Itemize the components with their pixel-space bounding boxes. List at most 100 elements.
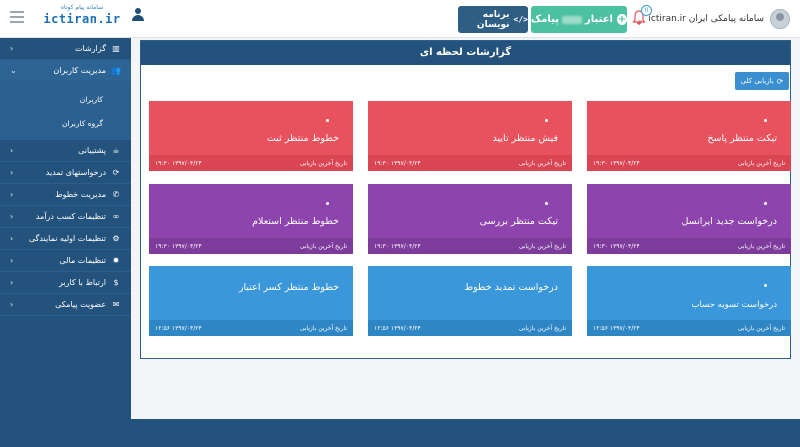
report-card-title: درخواست تسویه حساب [691,300,777,310]
chart-icon: ▥ [112,44,120,53]
refresh-icon: ⟳ [112,168,120,177]
report-card-title: خطوط منتظر ثبت [266,133,339,144]
sidebar-item-label: پشتیبانی [78,146,106,155]
report-card-title: درخواست جدید ایرانسل [681,216,777,227]
report-card-footer: تاریخ آخرین بازیابی ۱۳۹۷/۰۴/۲۴ ۱۹:۳۰ [587,238,791,254]
chevron-left-icon: ‹ [10,146,14,155]
report-card[interactable]: فیش منتظر تایید تاریخ آخرین بازیابی ۱۳۹۷… [368,101,572,171]
report-card-time: ۱۳۹۷/۰۴/۲۴ ۱۲:۵۶ [155,324,202,332]
gear-icon: ✹ [112,256,120,265]
envelope-icon: ✉ [112,300,120,309]
report-card-footer: تاریخ آخرین بازیابی ۱۳۹۷/۰۴/۲۴ ۱۲:۵۶ [368,320,572,336]
sidebar-item-label: ارتباط با کاربر [58,278,106,287]
plus-icon: + [616,14,627,25]
dollar-icon: $ [113,278,119,287]
report-card-title: تیکت منتظر پاسخ [707,133,777,144]
report-card-footer-label: تاریخ آخرین بازیابی [299,159,347,167]
chevron-left-icon: ‹ [10,190,14,199]
sidebar-item-agency-settings[interactable]: ⚙ تنظیمات اولیه نمایندگی ‹ [0,228,131,250]
bullet-icon [764,284,767,287]
bullet-icon [764,119,767,122]
avatar [770,9,790,29]
sidebar-item-user-management[interactable]: 👥 مدیریت کاربران ⌄ [0,60,131,82]
sidebar-item-financial-settings[interactable]: ✹ تنظیمات مالی ‹ [0,250,131,272]
report-card-time: ۱۳۹۷/۰۴/۲۴ ۱۹:۳۰ [155,242,202,250]
chevron-down-icon: ⌄ [10,66,17,75]
report-card-time: ۱۳۹۷/۰۴/۲۴ ۱۲:۵۶ [374,324,421,332]
credit-amount-blurred [562,15,583,24]
instant-reports-panel: گزارشات لحظه ای ⟳ بازیابی کلی تیکت منتظر… [140,40,791,359]
report-card-footer: تاریخ آخرین بازیابی ۱۳۹۷/۰۴/۲۴ ۱۹:۳۰ [149,155,353,171]
sidebar-item-label: گزارشات [75,44,106,53]
report-card[interactable]: درخواست جدید ایرانسل تاریخ آخرین بازیابی… [587,184,791,254]
report-card-footer: تاریخ آخرین بازیابی ۱۳۹۷/۰۴/۲۴ ۱۲:۵۶ [587,320,791,336]
bullet-icon [545,119,548,122]
brand-logo[interactable]: سامانه پیام کوتاه ictiran.ir [42,4,122,26]
chevron-left-icon: ‹ [10,278,14,287]
developers-button[interactable]: </> برنامه نویسان [458,6,528,33]
report-card-footer-label: تاریخ آخرین بازیابی [518,242,566,250]
credit-suffix: پیامک [531,14,560,25]
sidebar-item-label: تنظیمات مالی [59,256,106,265]
link-icon: ∞ [112,212,120,221]
report-card[interactable]: درخواست تمدید خطوط تاریخ آخرین بازیابی ۱… [368,266,572,336]
report-card[interactable]: تیکت منتظر پاسخ تاریخ آخرین بازیابی ۱۳۹۷… [587,101,791,171]
main-content: گزارشات لحظه ای ⟳ بازیابی کلی تیکت منتظر… [131,38,800,419]
panel-title: گزارشات لحظه ای [141,41,790,65]
sidebar-item-reports[interactable]: ▥ گزارشات ‹ [0,38,131,60]
chevron-left-icon: ‹ [10,300,14,309]
chevron-left-icon: ‹ [10,44,14,53]
report-card[interactable]: درخواست تسویه حساب تاریخ آخرین بازیابی ۱… [587,266,791,336]
hamburger-menu-icon[interactable] [10,11,24,23]
sidebar-item-support[interactable]: ☕ پشتیبانی ‹ [0,140,131,162]
report-card[interactable]: خطوط منتظر ثبت تاریخ آخرین بازیابی ۱۳۹۷/… [149,101,353,171]
report-card-footer-label: تاریخ آخرین بازیابی [518,159,566,167]
report-card[interactable]: تیکت منتظر بررسی تاریخ آخرین بازیابی ۱۳۹… [368,184,572,254]
report-card-title: خطوط منتظر کسر اعتبار [238,282,339,293]
sidebar-item-label: تنظیمات کسب درآمد [35,212,106,221]
chevron-left-icon: ‹ [10,234,14,243]
report-card-footer-label: تاریخ آخرین بازیابی [299,324,347,332]
report-card-time: ۱۳۹۷/۰۴/۲۴ ۱۲:۵۶ [593,324,640,332]
developers-label: برنامه نویسان [476,9,510,30]
report-card-footer: تاریخ آخرین بازیابی ۱۳۹۷/۰۴/۲۴ ۱۲:۵۶ [149,320,353,336]
report-card[interactable]: خطوط منتظر کسر اعتبار تاریخ آخرین بازیاب… [149,266,353,336]
sidebar-item-renewal-requests[interactable]: ⟳ درخواستهای تمدید ‹ [0,162,131,184]
org-switcher[interactable]: سامانه پیامکی ایران ictiran.ir ⌄ [637,9,790,29]
report-card-time: ۱۳۹۷/۰۴/۲۴ ۱۹:۳۰ [374,159,421,167]
sidebar-item-label: درخواستهای تمدید [45,168,106,177]
brand-tagline: سامانه پیام کوتاه [60,4,104,11]
footer-bar [131,419,800,447]
sidebar-item-user-contact[interactable]: $ ارتباط با کاربر ‹ [0,272,131,294]
refresh-icon: ⟳ [776,76,784,86]
report-card-footer: تاریخ آخرین بازیابی ۱۳۹۷/۰۴/۲۴ ۱۹:۳۰ [368,155,572,171]
refresh-all-button[interactable]: ⟳ بازیابی کلی [735,72,789,90]
sidebar-item-line-management[interactable]: ✆ مدیریت خطوط ‹ [0,184,131,206]
submenu-item-user-groups[interactable]: گروه کاربران [0,112,131,136]
chevron-left-icon: ‹ [10,212,14,221]
submenu-item-users[interactable]: کاربران [0,88,131,112]
report-card-title: فیش منتظر تایید [492,133,558,144]
report-card[interactable]: خطوط منتظر استعلام تاریخ آخرین بازیابی ۱… [149,184,353,254]
sidebar-item-sms-membership[interactable]: ✉ عضویت پیامکی ‹ [0,294,131,316]
sidebar: ▥ گزارشات ‹ 👥 مدیریت کاربران ⌄ کاربران گ… [0,38,131,447]
report-card-time: ۱۳۹۷/۰۴/۲۴ ۱۹:۳۰ [155,159,202,167]
cogs-icon: ⚙ [112,234,120,243]
chevron-left-icon: ‹ [10,168,14,177]
report-card-time: ۱۳۹۷/۰۴/۲۴ ۱۹:۳۰ [374,242,421,250]
bullet-icon [764,202,767,205]
report-card-footer-label: تاریخ آخرین بازیابی [737,242,785,250]
sidebar-item-label: تنظیمات اولیه نمایندگی [28,234,106,243]
bullet-icon [326,119,329,122]
code-icon: </> [513,15,528,24]
chevron-left-icon: ‹ [10,256,14,265]
report-card-title: تیکت منتظر بررسی [479,216,558,227]
submenu-user-management: کاربران گروه کاربران [0,82,131,140]
report-card-footer-label: تاریخ آخرین بازیابی [299,242,347,250]
users-icon: 👥 [111,66,121,75]
refresh-all-label: بازیابی کلی [740,77,774,85]
user-icon[interactable] [132,8,144,22]
report-card-title: درخواست تمدید خطوط [464,282,558,293]
sidebar-item-income-settings[interactable]: ∞ تنظیمات کسب درآمد ‹ [0,206,131,228]
sms-credit-button[interactable]: + اعتبار پیامک [531,6,627,33]
